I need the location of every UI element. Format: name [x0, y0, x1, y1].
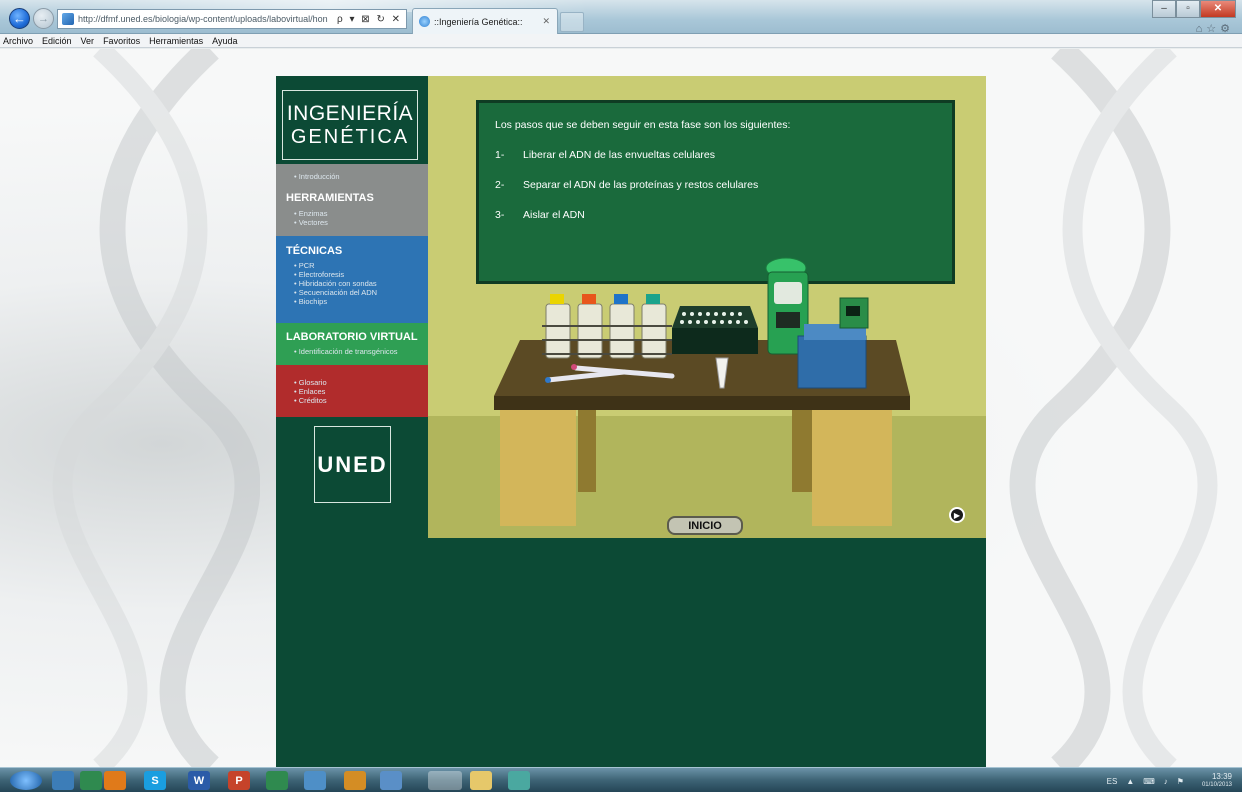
- internet-explorer-icon[interactable]: [428, 771, 462, 790]
- network-icon[interactable]: ⌨: [1143, 777, 1155, 786]
- search-app-icon[interactable]: [52, 771, 74, 790]
- network-app-icon[interactable]: [380, 771, 402, 790]
- sidebar: INGENIERÍA GENÉTICA Introducción HERRAMI…: [276, 76, 428, 767]
- powerpoint-icon[interactable]: P: [228, 771, 250, 790]
- word-icon[interactable]: W: [188, 771, 210, 790]
- nav-hibridacion[interactable]: Hibridación con sondas: [294, 279, 377, 288]
- tecnicas-section: TÉCNICAS PCR Electroforesis Hibridación …: [276, 236, 428, 323]
- logo-line1: INGENIERÍA: [286, 101, 414, 125]
- menu-favoritos[interactable]: Favoritos: [103, 36, 140, 46]
- inicio-button[interactable]: INICIO: [667, 516, 743, 535]
- skype-icon[interactable]: S: [144, 771, 166, 790]
- nav-vectores[interactable]: Vectores: [294, 218, 328, 227]
- lab-bench-illustration: [494, 257, 910, 526]
- nav-identificacion-transgenicos[interactable]: Identificación de transgénicos: [294, 347, 398, 356]
- extra-section: Glosario Enlaces Créditos: [276, 365, 428, 417]
- spotify-icon[interactable]: [80, 771, 102, 790]
- dna-helix-right-image: [1009, 49, 1218, 767]
- nav-introduccion[interactable]: Introducción: [294, 172, 340, 181]
- tray-expand-icon[interactable]: ▲: [1126, 777, 1134, 786]
- table-leg-left-inner: [578, 410, 596, 492]
- uned-logo-text: UNED: [317, 451, 388, 477]
- clock-date: 01/10/2013: [1201, 782, 1232, 788]
- tab-title: ::Ingeniería Genética::: [434, 16, 523, 27]
- lab-stage: Los pasos que se deben seguir en esta fa…: [428, 76, 986, 538]
- site-favicon-icon: [62, 13, 74, 25]
- excel-icon[interactable]: [266, 771, 288, 790]
- pipette-tip-rack: [672, 306, 758, 354]
- menu-ayuda[interactable]: Ayuda: [212, 36, 237, 46]
- minimize-button[interactable]: –: [1152, 0, 1176, 18]
- ie-tab-icon: [419, 16, 430, 27]
- action-center-icon[interactable]: ⚑: [1177, 777, 1184, 786]
- window-close-button[interactable]: ✕: [1200, 0, 1236, 18]
- app-icon[interactable]: [304, 771, 326, 790]
- laboratorio-section: LABORATORIO VIRTUAL Identificación de tr…: [276, 323, 428, 365]
- clock-time: 13:39: [1211, 772, 1232, 781]
- menu-edicion[interactable]: Edición: [42, 36, 72, 46]
- start-button-icon[interactable]: [10, 771, 42, 790]
- dna-helix-left-image: [52, 49, 260, 767]
- uned-logo[interactable]: UNED: [314, 426, 391, 503]
- app2-icon[interactable]: [508, 771, 530, 790]
- nav-secuenciacion[interactable]: Secuenciación del ADN: [294, 288, 377, 297]
- laboratorio-heading: LABORATORIO VIRTUAL: [286, 331, 418, 343]
- herramientas-section: Introducción HERRAMIENTAS Enzimas Vector…: [276, 164, 428, 236]
- close-tab-icon[interactable]: ✕: [542, 16, 550, 27]
- next-arrow-icon[interactable]: ▶: [949, 507, 965, 523]
- browser-titlebar: ← → http://dfmf.uned.es/biologia/wp-cont…: [0, 0, 1242, 35]
- browser-tab[interactable]: ::Ingeniería Genética:: ✕: [412, 8, 558, 34]
- address-controls[interactable]: ρ ▾ ⊠ ↻ ✕: [333, 14, 406, 25]
- nav-pcr[interactable]: PCR: [294, 261, 315, 270]
- menu-archivo[interactable]: Archivo: [3, 36, 33, 46]
- address-bar[interactable]: http://dfmf.uned.es/biologia/wp-content/…: [57, 9, 407, 29]
- tecnicas-heading: TÉCNICAS: [286, 245, 343, 257]
- nav-enlaces[interactable]: Enlaces: [294, 387, 326, 396]
- vlc-icon[interactable]: [104, 771, 126, 790]
- menu-herramientas[interactable]: Herramientas: [149, 36, 203, 46]
- site-logo[interactable]: INGENIERÍA GENÉTICA: [282, 90, 418, 160]
- nav-electroforesis[interactable]: Electroforesis: [294, 270, 344, 279]
- address-url[interactable]: http://dfmf.uned.es/biologia/wp-content/…: [78, 14, 333, 24]
- ingenieria-genetica-page: INGENIERÍA GENÉTICA Introducción HERRAMI…: [276, 76, 986, 767]
- nav-biochips[interactable]: Biochips: [294, 297, 327, 306]
- nav-enzimas[interactable]: Enzimas: [294, 209, 328, 218]
- forward-button[interactable]: →: [33, 8, 54, 29]
- system-tray: ES ▲ ⌨ ♪ ⚑ 13:39 01/10/2013: [1098, 772, 1232, 790]
- tabletop-edge: [494, 396, 910, 410]
- clock[interactable]: 13:39 01/10/2013: [1193, 772, 1232, 790]
- menu-bar: Archivo Edición Ver Favoritos Herramient…: [0, 34, 1242, 48]
- nav-glosario[interactable]: Glosario: [294, 378, 327, 387]
- language-indicator[interactable]: ES: [1107, 777, 1118, 786]
- file-explorer-icon[interactable]: [470, 771, 492, 790]
- logo-line2: GENÉTICA: [290, 125, 410, 148]
- volume-icon[interactable]: ♪: [1164, 777, 1168, 786]
- nav-creditos[interactable]: Créditos: [294, 396, 327, 405]
- window-controls: – ▫ ✕: [1152, 0, 1236, 18]
- maximize-button[interactable]: ▫: [1176, 0, 1200, 18]
- new-tab-button[interactable]: [560, 12, 584, 32]
- herramientas-heading: HERRAMIENTAS: [286, 192, 374, 204]
- back-button[interactable]: ←: [9, 8, 30, 29]
- table-leg-right-inner: [792, 410, 812, 492]
- menu-ver[interactable]: Ver: [81, 36, 95, 46]
- paint-icon[interactable]: [344, 771, 366, 790]
- windows-taskbar: S W P ES ▲ ⌨ ♪ ⚑ 13:39 01/10/2013: [0, 767, 1242, 792]
- table-leg-right: [812, 410, 892, 526]
- table-leg-left: [500, 410, 576, 526]
